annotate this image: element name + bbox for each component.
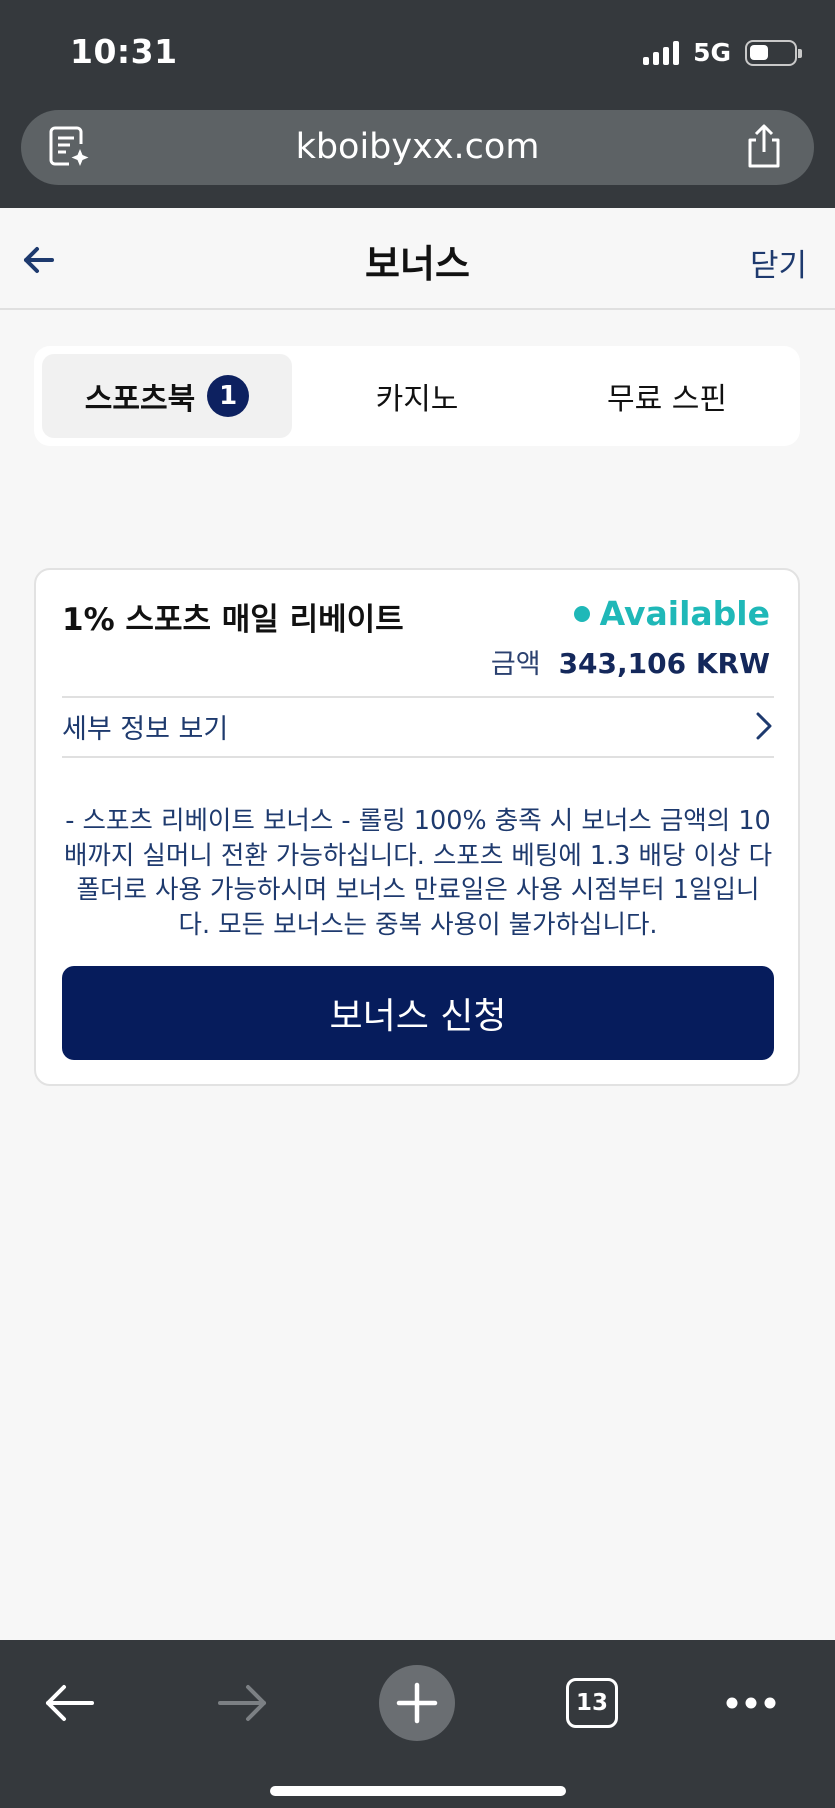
bonus-description: - 스포츠 리베이트 보너스 - 롤링 100% 충족 시 보너스 금액의 10…	[63, 806, 773, 940]
plus-icon	[379, 1665, 455, 1741]
signal-icon	[643, 40, 680, 65]
bonus-title: 1% 스포츠 매일 리베이트	[62, 602, 404, 638]
status-time: 10:31	[70, 32, 178, 71]
amount-row: 금액 343,106 KRW	[491, 642, 770, 681]
browser-forward-button[interactable]	[210, 1664, 276, 1742]
more-options-button[interactable]	[722, 1664, 780, 1742]
close-button[interactable]: 닫기	[750, 240, 807, 285]
bonus-category-tabs: 스포츠북 1 카지노 무료 스핀	[34, 346, 800, 446]
network-label: 5G	[693, 38, 731, 67]
tab-label: 스포츠북	[84, 382, 196, 417]
battery-icon	[745, 39, 802, 66]
tabs-button[interactable]: 13	[563, 1664, 621, 1742]
address-bar[interactable]: kboibyxx.com	[21, 110, 814, 185]
view-details-link[interactable]: 세부 정보 보기	[62, 696, 774, 756]
divider	[62, 756, 774, 758]
home-indicator	[270, 1786, 566, 1796]
arrow-left-icon	[46, 1685, 94, 1721]
status-indicators: 5G	[643, 38, 802, 67]
apply-bonus-button[interactable]: 보너스 신청	[62, 966, 774, 1060]
page-header: 보너스 닫기	[0, 208, 835, 310]
tab-label: 무료 스핀	[607, 382, 727, 417]
browser-back-button[interactable]	[36, 1664, 102, 1742]
amount-value: 343,106 KRW	[558, 647, 770, 680]
share-icon[interactable]	[742, 122, 786, 172]
details-label: 세부 정보 보기	[62, 713, 229, 745]
tab-casino[interactable]: 카지노	[292, 354, 542, 438]
chevron-right-icon	[756, 712, 772, 740]
tab-count: 13	[575, 1690, 608, 1716]
browser-bottom-toolbar: 13	[0, 1640, 835, 1808]
amount-label: 금액	[490, 649, 541, 680]
page-title: 보너스	[365, 242, 470, 286]
status-label: Available	[599, 594, 770, 633]
tab-count-badge: 1	[207, 375, 250, 417]
status-dot-icon	[573, 605, 590, 622]
tab-sportsbook[interactable]: 스포츠북 1	[42, 354, 292, 438]
status-badge: Available	[573, 594, 770, 633]
bonus-card: 1% 스포츠 매일 리베이트 Available 금액 343,106 KRW …	[34, 568, 800, 1086]
battery-level	[750, 44, 768, 60]
new-tab-button[interactable]	[378, 1664, 456, 1742]
more-icon	[726, 1697, 776, 1709]
tab-count-icon: 13	[566, 1678, 618, 1728]
url-text: kboibyxx.com	[295, 127, 540, 167]
arrow-right-icon	[218, 1685, 266, 1721]
browser-top-bar: 10:31 5G kboibyxx.com	[0, 0, 835, 208]
tab-label: 카지노	[375, 382, 459, 417]
tab-free-spins[interactable]: 무료 스핀	[542, 354, 792, 438]
